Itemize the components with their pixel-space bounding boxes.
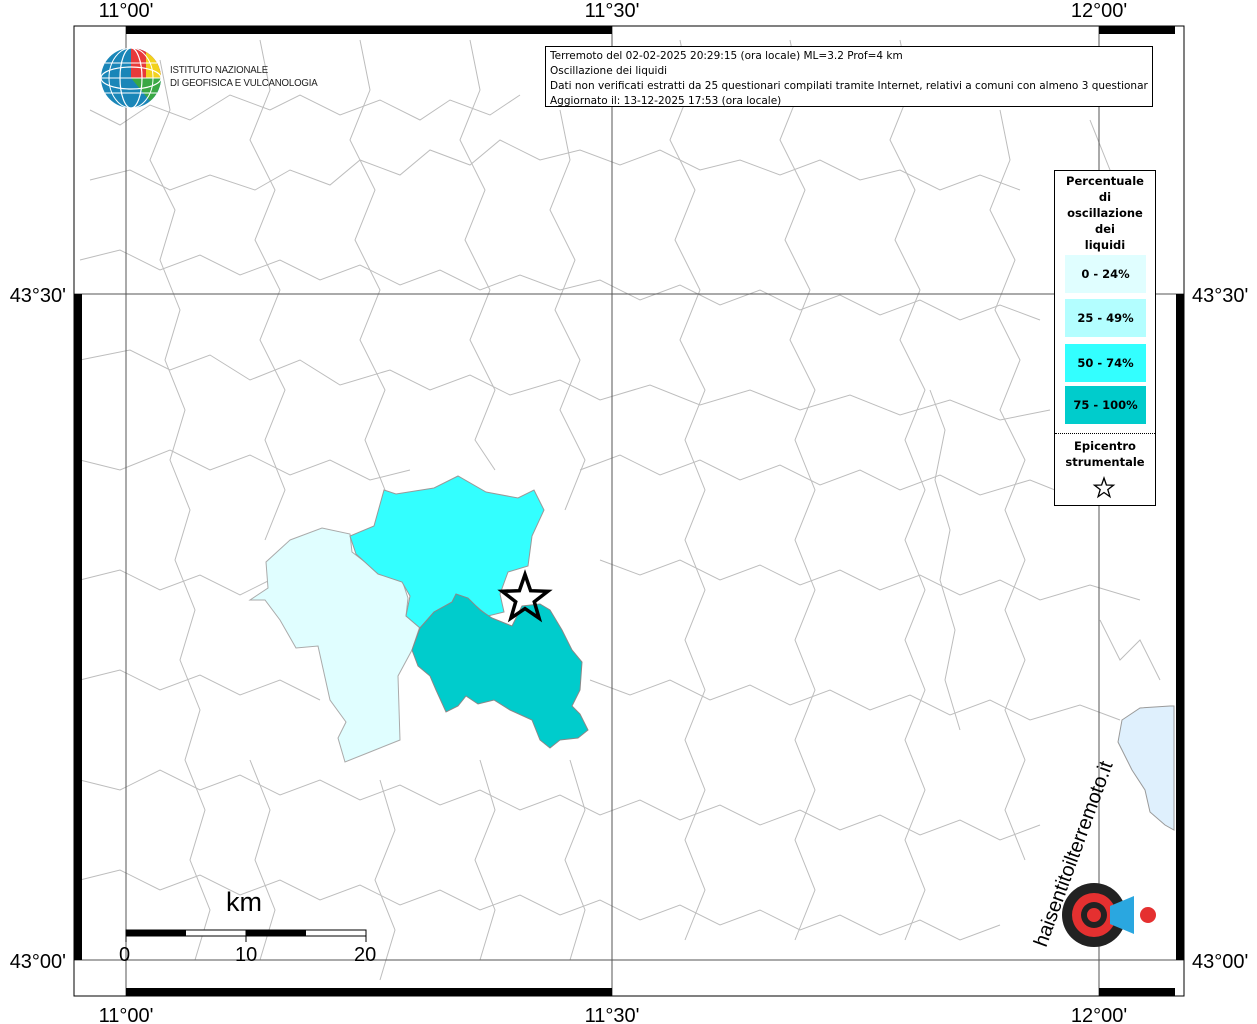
top-lon-label: 11°00' — [99, 0, 154, 22]
left-lat-label: 43°30' — [10, 285, 66, 307]
top-lon-label: 12°00' — [1071, 0, 1127, 22]
ingv-logo-line: ISTITUTO NAZIONALE — [170, 64, 268, 76]
legend: Percentuale di oscillazione dei liquidi … — [1054, 170, 1156, 506]
info-line-parameter: Oscillazione dei liquidi — [550, 65, 668, 77]
info-line-updated: Aggiornato il: 13-12-2025 17:53 (ora loc… — [550, 95, 782, 107]
bottom-lon-label: 11°30' — [585, 1005, 640, 1024]
bottom-lon-label: 11°00' — [99, 1005, 154, 1024]
bottom-lon-label: 12°00' — [1071, 1005, 1127, 1024]
legend-epicenter-label: Epicentro strumentale — [1065, 439, 1145, 469]
ingv-globe-icon — [100, 47, 162, 109]
legend-class-1: 25 - 49% — [1065, 299, 1146, 337]
ingv-logo-text: ISTITUTO NAZIONALE DI GEOFISICA E VULCAN… — [170, 64, 318, 90]
info-line-disclaimer: Dati non verificati estratti da 25 quest… — [550, 80, 1148, 92]
scale-unit-label: km — [226, 887, 262, 917]
legend-class-label: 75 - 100% — [1073, 398, 1138, 412]
top-lon-label: 11°30' — [585, 0, 640, 22]
legend-class-0: 0 - 24% — [1065, 255, 1146, 293]
legend-separator — [1055, 433, 1155, 434]
scale-tick-label: 10 — [235, 944, 258, 966]
legend-class-label: 50 - 74% — [1077, 356, 1134, 370]
legend-class-3: 75 - 100% — [1065, 386, 1146, 424]
legend-class-label: 0 - 24% — [1081, 267, 1130, 281]
earthquake-info-box: Terremoto del 02-02-2025 20:29:15 (ora l… — [545, 46, 1153, 107]
legend-class-2: 50 - 74% — [1065, 344, 1146, 382]
seismic-map: haisentitoilterremoto.it 11°00' 11°30' 1… — [10, 0, 1249, 1024]
legend-class-label: 25 - 49% — [1077, 311, 1134, 325]
left-lat-label: 43°00' — [10, 951, 66, 973]
scale-tick-label: 20 — [354, 944, 377, 966]
right-lat-label: 43°00' — [1192, 951, 1248, 973]
legend-title: Percentuale di oscillazione dei liquidi — [1066, 174, 1144, 252]
map-background — [74, 26, 1184, 996]
ingv-logo-line: DI GEOFISICA E VULCANOLOGIA — [170, 77, 318, 89]
info-line-event: Terremoto del 02-02-2025 20:29:15 (ora l… — [550, 50, 903, 62]
right-lat-label: 43°30' — [1192, 285, 1248, 307]
scale-tick-label: 0 — [119, 944, 131, 966]
legend-star-icon — [1092, 476, 1116, 499]
